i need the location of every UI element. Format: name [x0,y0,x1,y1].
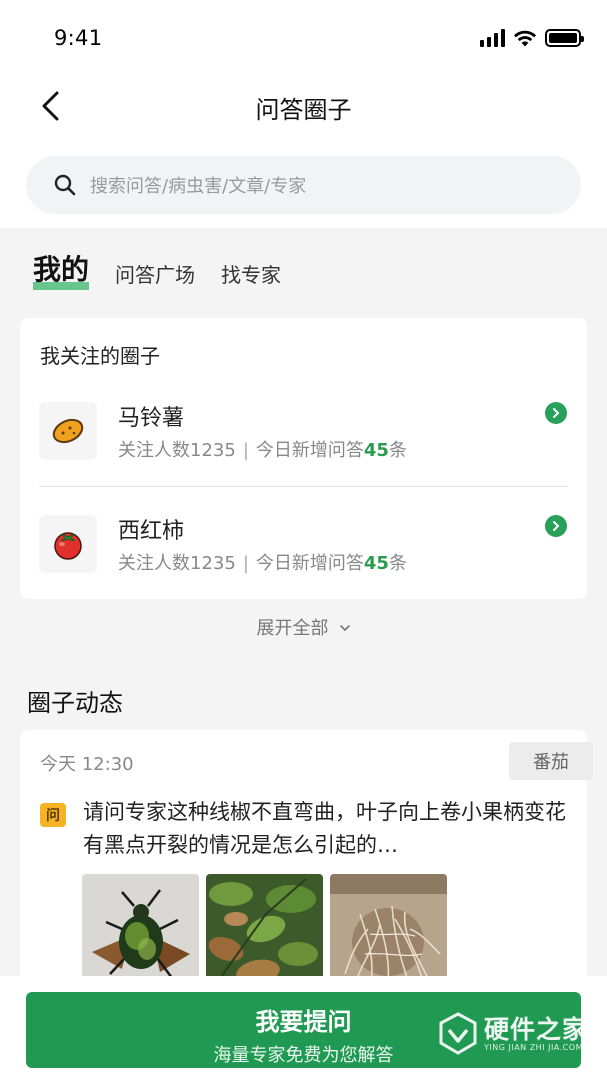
roots-photo[interactable] [330,874,447,991]
circle-name: 西红柿 [118,519,185,544]
post-tag[interactable]: 番茄 [509,742,593,780]
watermark: 硬件之家 YING JIAN ZHI JIA.COM [438,1010,603,1060]
circle-item-tomato[interactable]: 西红柿 关注人数1235 | 今日新增问答45条 [20,511,587,601]
tab-find-expert[interactable]: 找专家 [221,259,281,294]
page-title: 问答圈子 [255,96,352,124]
nav-bar: 问答圈子 [0,78,607,134]
followed-circles-title: 我关注的圈子 [40,344,160,368]
followed-circles-card: 我关注的圈子 马铃薯 关注人数1235 | 今日新增问答45条 西红柿 关注人数… [20,318,587,599]
top-section: 9:41 问答圈子 搜索问答/病虫害/文章/专家 [0,0,607,228]
watermark-subtext: YING JIAN ZHI JIA.COM [484,1043,583,1052]
tomato-icon [39,515,97,573]
circle-meta: 关注人数1235 | 今日新增问答45条 [118,553,407,574]
status-time: 9:41 [54,26,103,50]
post-time: 今天 12:30 [40,754,134,775]
beetle-photo[interactable] [82,874,199,991]
watermark-text: 硬件之家 [484,1015,589,1044]
wifi-icon [514,30,536,47]
divider [39,486,568,487]
tab-mine[interactable]: 我的 [33,248,90,294]
question-text[interactable]: 请问专家这种线椒不直弯曲，叶子向上卷小果柄变花有黑点开裂的情况是怎么引起的… [83,796,578,862]
potato-icon [39,402,97,460]
question-badge: 问 [40,803,66,827]
cellular-signal-icon [480,29,505,47]
feed-section-title: 圈子动态 [27,689,123,717]
chevron-right-icon [545,515,567,537]
circle-name: 马铃薯 [118,406,185,431]
search-placeholder: 搜索问答/病虫害/文章/专家 [90,176,307,197]
battery-icon [545,29,584,47]
status-bar: 9:41 [0,0,607,78]
chevron-down-icon [339,625,350,632]
search-icon [54,174,76,196]
tab-bar: 我的 问答广场 找专家 [33,244,307,294]
circle-meta: 关注人数1235 | 今日新增问答45条 [118,440,407,461]
expand-all-button[interactable]: 展开全部 [0,614,607,640]
search-bar[interactable]: 搜索问答/病虫害/文章/专家 [26,156,581,214]
leaves-photo[interactable] [206,874,323,991]
status-icons [480,28,584,48]
circle-item-potato[interactable]: 马铃薯 关注人数1235 | 今日新增问答45条 [20,398,587,488]
tab-qa-square[interactable]: 问答广场 [115,259,195,294]
post-photos [82,874,447,991]
watermark-logo-icon [439,1012,477,1055]
chevron-right-icon [545,402,567,424]
